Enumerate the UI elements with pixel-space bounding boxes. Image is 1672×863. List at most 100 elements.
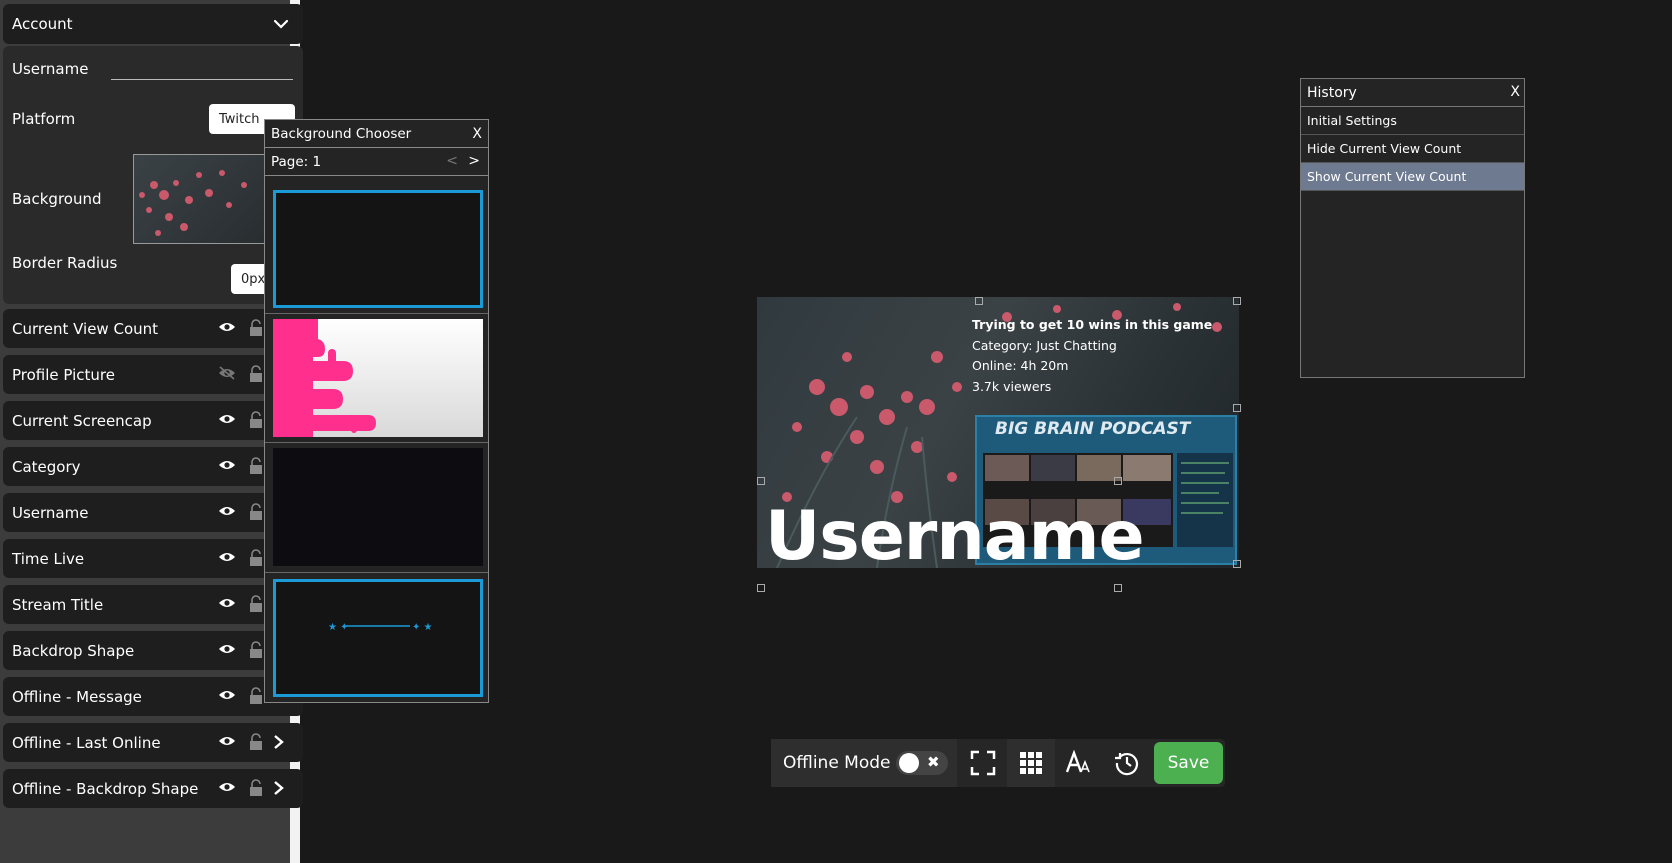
background-option-2[interactable] xyxy=(273,319,483,437)
layer-item[interactable]: Stream Title xyxy=(3,585,303,624)
history-item-active[interactable]: Show Current View Count xyxy=(1301,163,1524,191)
fullscreen-icon xyxy=(970,750,996,776)
preview-canvas[interactable]: BIG BRAIN PODCAST Trying to get 10 wins … xyxy=(757,297,1239,568)
eye-icon[interactable] xyxy=(218,458,236,476)
save-button[interactable]: Save xyxy=(1154,742,1223,784)
account-title: Account xyxy=(12,15,73,33)
layer-item[interactable]: Offline - Last Online xyxy=(3,723,303,762)
background-option-1[interactable] xyxy=(273,190,483,308)
stars-divider-art: ★ ✦ ✦ ★ xyxy=(328,622,433,633)
history-icon xyxy=(1115,753,1138,776)
resize-handle[interactable] xyxy=(1233,560,1241,568)
layer-label: Stream Title xyxy=(12,595,104,614)
font-size-button[interactable] xyxy=(1055,739,1103,787)
background-chooser-close-button[interactable]: X xyxy=(472,126,482,142)
offline-mode-toggle[interactable]: ✖ xyxy=(896,751,948,775)
eye-icon[interactable] xyxy=(218,504,236,522)
eye-icon[interactable] xyxy=(218,688,236,706)
history-close-button[interactable]: X xyxy=(1510,84,1520,100)
next-page-button[interactable]: > xyxy=(468,153,480,169)
layer-item[interactable]: Offline - Message xyxy=(3,677,303,716)
font-size-icon xyxy=(1065,750,1090,773)
lock-icon[interactable] xyxy=(248,687,264,709)
username-label: Username xyxy=(12,60,89,78)
resize-handle[interactable] xyxy=(1114,584,1122,592)
resize-handle[interactable] xyxy=(1233,297,1241,305)
lock-icon[interactable] xyxy=(248,365,264,387)
background-chooser-panel: Background Chooser X Page: 1 < > ★ ✦ ✦ ★ xyxy=(264,119,489,703)
background-option-3[interactable] xyxy=(273,448,483,566)
lock-icon[interactable] xyxy=(248,411,264,433)
resize-handle[interactable] xyxy=(975,297,983,305)
pink-drip-art xyxy=(273,319,376,437)
background-chooser-header[interactable]: Background Chooser X xyxy=(265,120,488,148)
history-title: History xyxy=(1307,84,1357,101)
lock-icon[interactable] xyxy=(248,779,264,801)
layer-label: Profile Picture xyxy=(12,365,115,384)
toggle-knob xyxy=(899,753,919,773)
layer-label: Offline - Last Online xyxy=(12,733,161,752)
history-button[interactable] xyxy=(1103,739,1151,787)
account-section-body: Username Platform Twitch Background Bord… xyxy=(3,46,313,304)
lock-icon[interactable] xyxy=(248,641,264,663)
page-indicator: Page: 1 xyxy=(271,153,322,170)
username-input[interactable] xyxy=(111,79,293,80)
chevron-down-icon xyxy=(272,15,290,37)
background-label: Background xyxy=(12,190,102,208)
layer-item[interactable]: Username xyxy=(3,493,303,532)
resize-handle[interactable] xyxy=(1114,477,1122,485)
tile-divider xyxy=(265,572,488,573)
lock-icon[interactable] xyxy=(248,595,264,617)
resize-handle[interactable] xyxy=(1233,404,1241,412)
tile-divider xyxy=(265,442,488,443)
svg-text:★ ✦: ★ ✦ xyxy=(328,622,349,633)
eye-icon[interactable] xyxy=(218,734,236,752)
prev-page-button[interactable]: < xyxy=(446,153,458,169)
layer-item[interactable]: Current Screencap xyxy=(3,401,303,440)
layer-item[interactable]: Time Live xyxy=(3,539,303,578)
eye-icon[interactable] xyxy=(218,550,236,568)
lock-icon[interactable] xyxy=(248,733,264,755)
time-live-text: Online: 4h 20m xyxy=(972,358,1069,373)
eye-icon[interactable] xyxy=(218,596,236,614)
eye-icon[interactable] xyxy=(218,320,236,338)
layer-item[interactable]: Offline - Backdrop Shape xyxy=(3,769,303,808)
toggle-off-icon: ✖ xyxy=(927,753,940,771)
resize-handle[interactable] xyxy=(757,477,765,485)
svg-text:✦ ★: ✦ ★ xyxy=(412,622,433,633)
layer-item[interactable]: Category xyxy=(3,447,303,486)
eye-icon[interactable] xyxy=(218,412,236,430)
lock-icon[interactable] xyxy=(248,549,264,571)
fullscreen-button[interactable] xyxy=(959,739,1007,787)
username-text[interactable]: Username xyxy=(765,497,1145,568)
history-item[interactable]: Initial Settings xyxy=(1301,107,1524,135)
eye-icon[interactable] xyxy=(218,780,236,798)
grid-button[interactable] xyxy=(1007,739,1055,787)
offline-mode-label: Offline Mode xyxy=(783,753,891,773)
stream-info[interactable]: Trying to get 10 wins in this game Categ… xyxy=(972,315,1212,397)
resize-handle[interactable] xyxy=(757,584,765,592)
bottom-toolbar: Offline Mode ✖ Save xyxy=(771,739,1225,787)
layer-item[interactable]: Backdrop Shape xyxy=(3,631,303,670)
eye-icon[interactable] xyxy=(218,642,236,660)
lock-icon[interactable] xyxy=(248,319,264,341)
eye-off-icon[interactable] xyxy=(218,366,236,384)
layer-label: Category xyxy=(12,457,81,476)
history-item[interactable]: Hide Current View Count xyxy=(1301,135,1524,163)
layer-item[interactable]: Profile Picture xyxy=(3,355,303,394)
history-panel: History X Initial Settings Hide Current … xyxy=(1300,78,1525,378)
history-header[interactable]: History X xyxy=(1301,79,1524,107)
chevron-right-icon[interactable] xyxy=(273,780,285,800)
chevron-right-icon[interactable] xyxy=(273,734,285,754)
account-section-header[interactable]: Account xyxy=(3,4,303,44)
view-count-text: 3.7k viewers xyxy=(972,378,1052,394)
layer-label: Current View Count xyxy=(12,319,159,338)
background-chooser-pagination: Page: 1 < > xyxy=(265,148,488,176)
layer-item[interactable]: Current View Count xyxy=(3,309,303,348)
background-option-4[interactable]: ★ ✦ ✦ ★ xyxy=(273,579,483,697)
lock-icon[interactable] xyxy=(248,457,264,479)
lock-icon[interactable] xyxy=(248,503,264,525)
screencap-title: BIG BRAIN PODCAST xyxy=(995,419,1191,439)
border-radius-value: 0px xyxy=(241,271,266,287)
platform-select-value: Twitch xyxy=(219,111,260,127)
